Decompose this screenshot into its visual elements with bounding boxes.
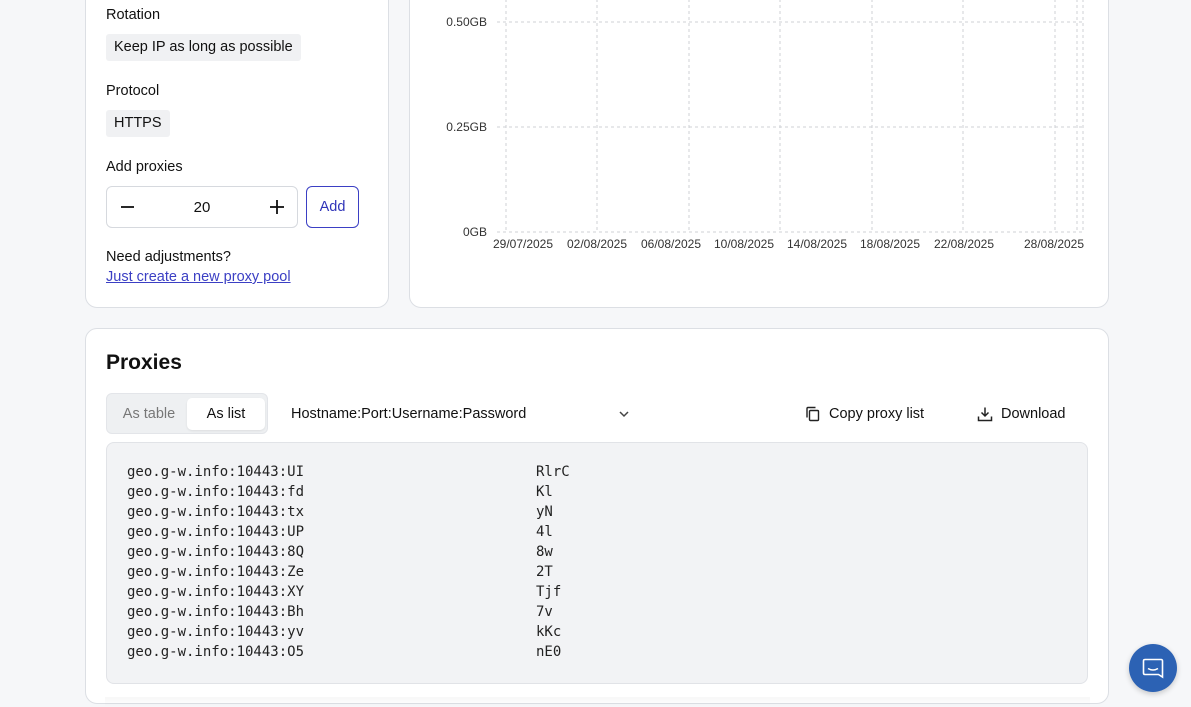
copy-proxy-list-label: Copy proxy list <box>829 406 925 422</box>
x-tick-label: 18/08/2025 <box>860 237 920 251</box>
proxy-line-prefix: geo.g-w.info:10443:8Q <box>127 544 305 560</box>
proxy-line-suffix: 8w <box>536 544 553 560</box>
new-proxy-pool-link[interactable]: Just create a new proxy pool <box>106 269 291 285</box>
proxy-line: geo.g-w.info:10443:8Q 8w <box>127 542 553 562</box>
usage-chart-card: 0GB 0.25GB 0.50GB 29/07/2025 02/08/2025 06/08… <box>409 0 1109 308</box>
proxy-line-prefix: geo.g-w.info:10443:tx <box>127 504 305 520</box>
proxy-line-suffix: Kl <box>536 484 553 500</box>
proxy-line-suffix: 4l <box>536 524 553 540</box>
quantity-input[interactable] <box>147 187 257 227</box>
quantity-stepper <box>106 186 298 228</box>
proxy-line: geo.g-w.info:10443:XY Tjf <box>127 582 561 602</box>
y-tick-label: 0GB <box>463 225 487 239</box>
proxy-list-box[interactable]: geo.g-w.info:10443:UI RlrC geo.g-w.info:10… <box>106 442 1088 684</box>
x-tick-label: 29/07/2025 <box>493 237 553 251</box>
y-tick-label: 0.50GB <box>446 15 487 29</box>
proxy-line: geo.g-w.info:10443:Bh 7v <box>127 602 553 622</box>
adjustments-text: Need adjustments? <box>106 249 231 265</box>
bottom-fade <box>105 697 1090 707</box>
rotation-label: Rotation <box>106 7 161 23</box>
copy-proxy-list-button[interactable]: Copy proxy list <box>805 399 945 429</box>
add-button[interactable]: Add <box>306 186 359 228</box>
decrement-button[interactable] <box>107 187 147 227</box>
download-button[interactable]: Download <box>977 399 1087 429</box>
proxy-line-prefix: geo.g-w.info:10443:yv <box>127 624 305 640</box>
proxy-line: geo.g-w.info:10443:tx yN <box>127 502 553 522</box>
proxy-line-prefix: geo.g-w.info:10443:XY <box>127 584 305 600</box>
proxy-line-suffix: 2T <box>536 564 553 580</box>
proxy-line: geo.g-w.info:10443:O5 nE0 <box>127 642 561 662</box>
x-tick-label: 10/08/2025 <box>714 237 774 251</box>
proxy-settings-card: Rotation Keep IP as long as possible Pro… <box>85 0 389 308</box>
view-as-list-tab[interactable]: As list <box>187 398 265 430</box>
chat-support-button[interactable] <box>1129 644 1177 692</box>
download-icon <box>977 407 993 422</box>
proxy-line-suffix: RlrC <box>536 464 570 480</box>
proxy-line-prefix: geo.g-w.info:10443:Bh <box>127 604 305 620</box>
proxy-line-suffix: kKc <box>536 624 562 640</box>
proxy-line: geo.g-w.info:10443:UP 4l <box>127 522 553 542</box>
format-select[interactable]: Hostname:Port:Username:Password <box>291 399 631 429</box>
x-tick-label: 02/08/2025 <box>567 237 627 251</box>
proxy-line-suffix: Tjf <box>536 584 562 600</box>
proxy-line-suffix: nE0 <box>536 644 562 660</box>
proxy-line-suffix: yN <box>536 504 553 520</box>
copy-icon <box>806 406 820 422</box>
proxy-line: geo.g-w.info:10443:fd Kl <box>127 482 553 502</box>
proxy-line-prefix: geo.g-w.info:10443:Ze <box>127 564 305 580</box>
increment-button[interactable] <box>257 187 297 227</box>
protocol-label: Protocol <box>106 83 160 99</box>
format-select-value: Hostname:Port:Username:Password <box>291 406 527 422</box>
proxies-card: Proxies As table As list Hostname:Port:U… <box>85 328 1109 704</box>
proxy-line: geo.g-w.info:10443:Ze 2T <box>127 562 553 582</box>
proxy-line-suffix: 7v <box>536 604 553 620</box>
chevron-down-icon <box>619 411 629 418</box>
protocol-value: HTTPS <box>106 110 170 137</box>
chat-icon <box>1142 658 1164 679</box>
proxy-line-prefix: geo.g-w.info:10443:UP <box>127 524 305 540</box>
usage-chart: 0GB 0.25GB 0.50GB 29/07/2025 02/08/2025 06/08… <box>446 0 1084 251</box>
proxy-line-prefix: geo.g-w.info:10443:O5 <box>127 644 305 660</box>
proxy-line: geo.g-w.info:10443:UI RlrC <box>127 462 570 482</box>
x-tick-label: 06/08/2025 <box>641 237 701 251</box>
rotation-value: Keep IP as long as possible <box>106 34 301 61</box>
view-as-table-tab[interactable]: As table <box>111 398 187 430</box>
proxy-line: geo.g-w.info:10443:yv kKc <box>127 622 561 642</box>
add-proxies-label: Add proxies <box>106 159 183 175</box>
x-tick-label: 14/08/2025 <box>787 237 847 251</box>
minus-icon <box>121 206 134 208</box>
proxies-title: Proxies <box>106 351 182 374</box>
plus-icon <box>270 200 284 214</box>
y-tick-label: 0.25GB <box>446 120 487 134</box>
x-tick-label: 28/08/2025 <box>1024 237 1084 251</box>
download-label: Download <box>1001 406 1066 422</box>
view-toggle: As table As list <box>106 393 268 434</box>
proxy-line-prefix: geo.g-w.info:10443:fd <box>127 484 305 500</box>
proxy-line-prefix: geo.g-w.info:10443:UI <box>127 464 305 480</box>
x-tick-label: 22/08/2025 <box>934 237 994 251</box>
